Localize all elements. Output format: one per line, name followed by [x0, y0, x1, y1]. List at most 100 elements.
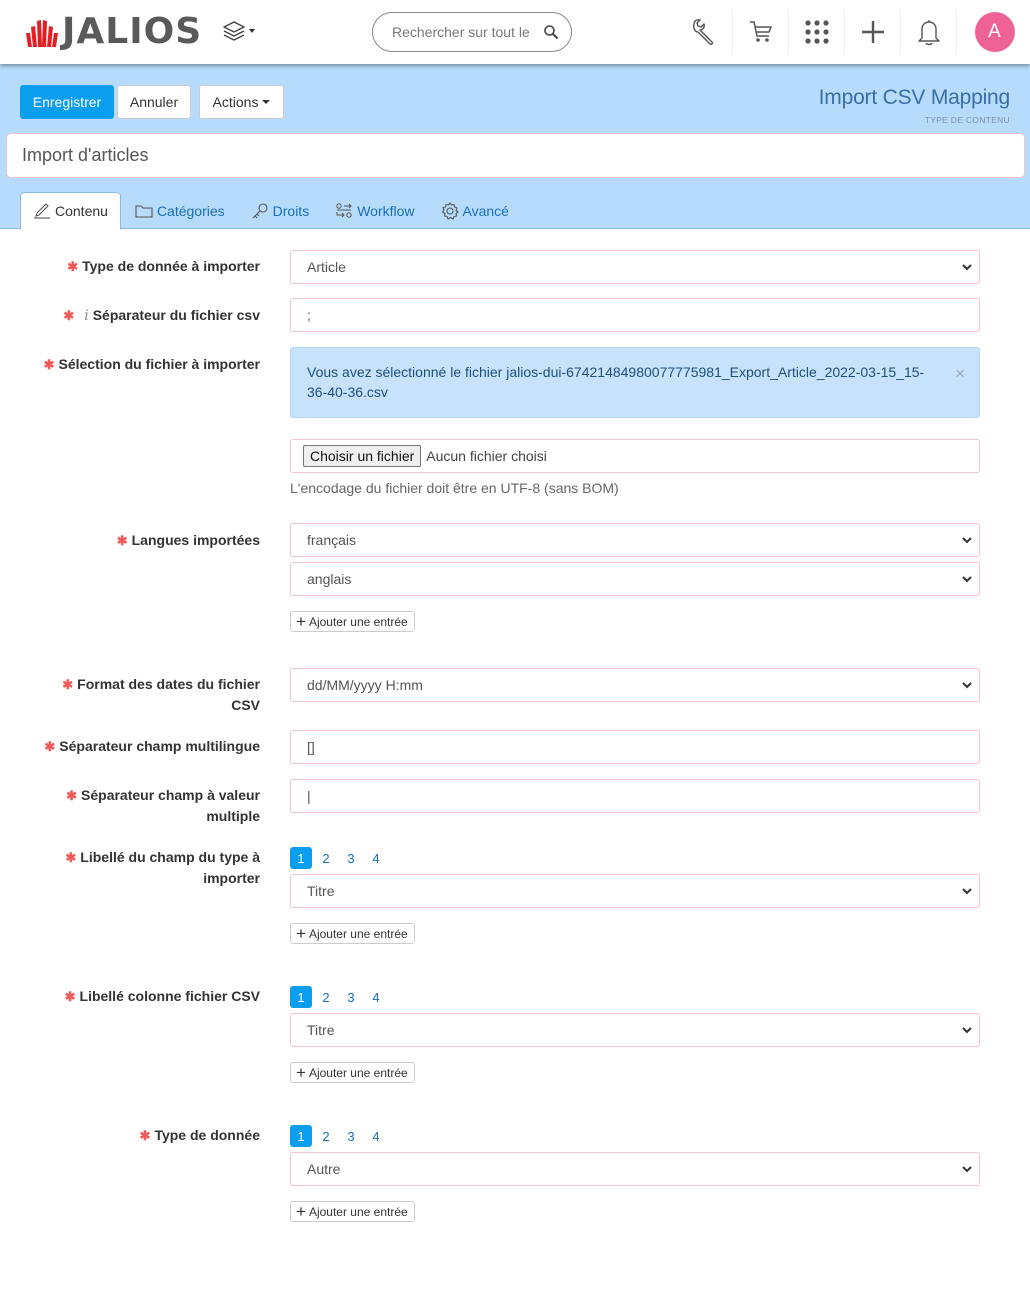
required-icon: ✱	[43, 357, 55, 372]
chevron-down-icon	[249, 29, 255, 33]
field-label: ✱ Langues importées	[116, 532, 260, 548]
content-type-subtitle: TYPE DE CONTENU	[924, 115, 1010, 125]
avatar[interactable]: A	[974, 12, 1015, 52]
jalios-logo-icon	[26, 20, 58, 47]
add-entry-button[interactable]: + Ajouter une entrée	[290, 1201, 415, 1222]
field-label: ✱ Sélection du fichier à importer	[43, 356, 260, 372]
required-icon: ✱	[44, 739, 56, 754]
field-label: ✱ Format des dates du fichier CSV	[62, 676, 260, 713]
entry-pager: 1 2 3 4	[290, 1125, 390, 1147]
tab-label: Droits	[272, 202, 310, 219]
selected-file-alert: Vous avez sélectionné le fichier jalios-…	[290, 347, 980, 418]
search-icon[interactable]	[543, 24, 559, 40]
tab-label: Contenu	[55, 203, 108, 219]
key-icon	[252, 202, 268, 218]
actions-label: Actions	[212, 94, 259, 110]
page-3[interactable]: 3	[340, 986, 362, 1008]
page-1[interactable]: 1	[290, 986, 312, 1008]
date-format-select[interactable]: dd/MM/yyyy H:mm	[290, 668, 980, 702]
field-label: ✱ Séparateur champ à valeur multiple	[66, 787, 260, 824]
pencil-icon	[34, 203, 50, 219]
page-2[interactable]: 2	[315, 1125, 337, 1147]
tab-categories[interactable]: Catégories	[123, 192, 237, 229]
value-type-select[interactable]: Autre	[290, 1152, 980, 1186]
content-type-title: Import CSV Mapping	[818, 86, 1011, 109]
multilang-separator-input[interactable]	[290, 730, 980, 764]
csv-separator-input[interactable]	[290, 298, 980, 332]
page-2[interactable]: 2	[315, 847, 337, 869]
page-4[interactable]: 4	[365, 1125, 387, 1147]
field-label-select[interactable]: Titre	[290, 874, 980, 908]
field-label: ✱ Type de donnée à importer	[67, 258, 260, 274]
field-label: ✱ i Séparateur du fichier csv	[63, 307, 260, 324]
add-entry-button[interactable]: + Ajouter une entrée	[290, 923, 415, 944]
required-icon: ✱	[66, 788, 78, 803]
close-icon[interactable]: ×	[955, 364, 965, 384]
tab-bar: Contenu Catégories Droits Workflow Avanc…	[20, 192, 523, 230]
add-entry-button[interactable]: + Ajouter une entrée	[290, 611, 415, 632]
page-3[interactable]: 3	[340, 1125, 362, 1147]
no-file-text: Aucun fichier choisi	[426, 448, 547, 464]
notifications-button[interactable]	[900, 10, 956, 54]
page-2[interactable]: 2	[315, 986, 337, 1008]
page-1[interactable]: 1	[290, 847, 312, 869]
field-label: ✱ Libellé du champ du type à importer	[65, 849, 260, 886]
language-select-2[interactable]: anglais	[290, 562, 980, 596]
page-3[interactable]: 3	[340, 847, 362, 869]
tools-button[interactable]	[676, 10, 732, 54]
user-menu[interactable]: A	[956, 10, 1022, 54]
actions-dropdown[interactable]: Actions	[199, 85, 284, 119]
tab-label: Catégories	[156, 202, 225, 219]
tab-avance[interactable]: Avancé	[429, 192, 521, 229]
tab-contenu[interactable]: Contenu	[20, 192, 121, 230]
required-icon: ✱	[65, 850, 77, 865]
top-navbar: JALIOS Rechercher sur tout le A	[0, 0, 1030, 64]
search-input[interactable]	[390, 23, 540, 41]
field-label: ✱ Type de donnée	[139, 1127, 260, 1143]
entry-pager: 1 2 3 4	[290, 986, 390, 1008]
edit-header: Enregistrer Annuler Actions Import CSV M…	[0, 64, 1030, 230]
apps-button[interactable]	[788, 10, 844, 54]
entry-pager: 1 2 3 4	[290, 847, 390, 869]
apps-grid-icon	[804, 20, 829, 44]
add-entry-button[interactable]: + Ajouter une entrée	[290, 1062, 415, 1083]
required-icon: ✱	[63, 308, 75, 323]
wrench-icon	[693, 19, 714, 45]
language-select-1[interactable]: français	[290, 523, 980, 557]
save-button[interactable]: Enregistrer	[20, 85, 114, 119]
multivalue-separator-input[interactable]	[290, 779, 980, 813]
file-input[interactable]: Choisir un fichier Aucun fichier choisi	[290, 439, 980, 473]
encoding-help-text: L'encodage du fichier doit être en UTF-8…	[290, 480, 619, 496]
spaces-switcher[interactable]	[222, 20, 255, 42]
info-icon[interactable]: i	[84, 308, 88, 324]
data-type-select[interactable]: Article	[290, 250, 980, 284]
page-4[interactable]: 4	[365, 986, 387, 1008]
page-1[interactable]: 1	[290, 1125, 312, 1147]
jalios-logo[interactable]: JALIOS	[24, 14, 202, 50]
field-label: ✱ Séparateur champ multilingue	[44, 738, 260, 754]
choose-file-button[interactable]: Choisir un fichier	[303, 445, 422, 467]
create-button[interactable]	[844, 10, 900, 54]
csv-column-select[interactable]: Titre	[290, 1013, 980, 1047]
bell-icon	[917, 20, 940, 46]
plus-icon: +	[296, 924, 306, 943]
field-label: ✱ Libellé colonne fichier CSV	[64, 988, 260, 1004]
cancel-button[interactable]: Annuler	[117, 85, 191, 119]
required-icon: ✱	[139, 1128, 151, 1143]
required-icon: ✱	[67, 259, 79, 274]
plus-icon: +	[296, 1202, 306, 1221]
folder-icon	[135, 204, 153, 218]
title-input[interactable]	[6, 133, 1025, 178]
cart-button[interactable]	[732, 10, 788, 54]
plus-icon	[861, 21, 884, 43]
topbar-actions: A	[676, 0, 1022, 64]
brand-name: JALIOS	[62, 11, 203, 52]
plus-icon: +	[296, 1063, 306, 1082]
page-4[interactable]: 4	[365, 847, 387, 869]
global-search[interactable]	[372, 12, 572, 52]
cart-icon	[749, 21, 772, 42]
tab-workflow[interactable]: Workflow	[323, 192, 426, 229]
tab-droits[interactable]: Droits	[239, 192, 322, 229]
alert-message: Vous avez sélectionné le fichier jalios-…	[307, 364, 925, 400]
workflow-icon	[336, 202, 352, 218]
